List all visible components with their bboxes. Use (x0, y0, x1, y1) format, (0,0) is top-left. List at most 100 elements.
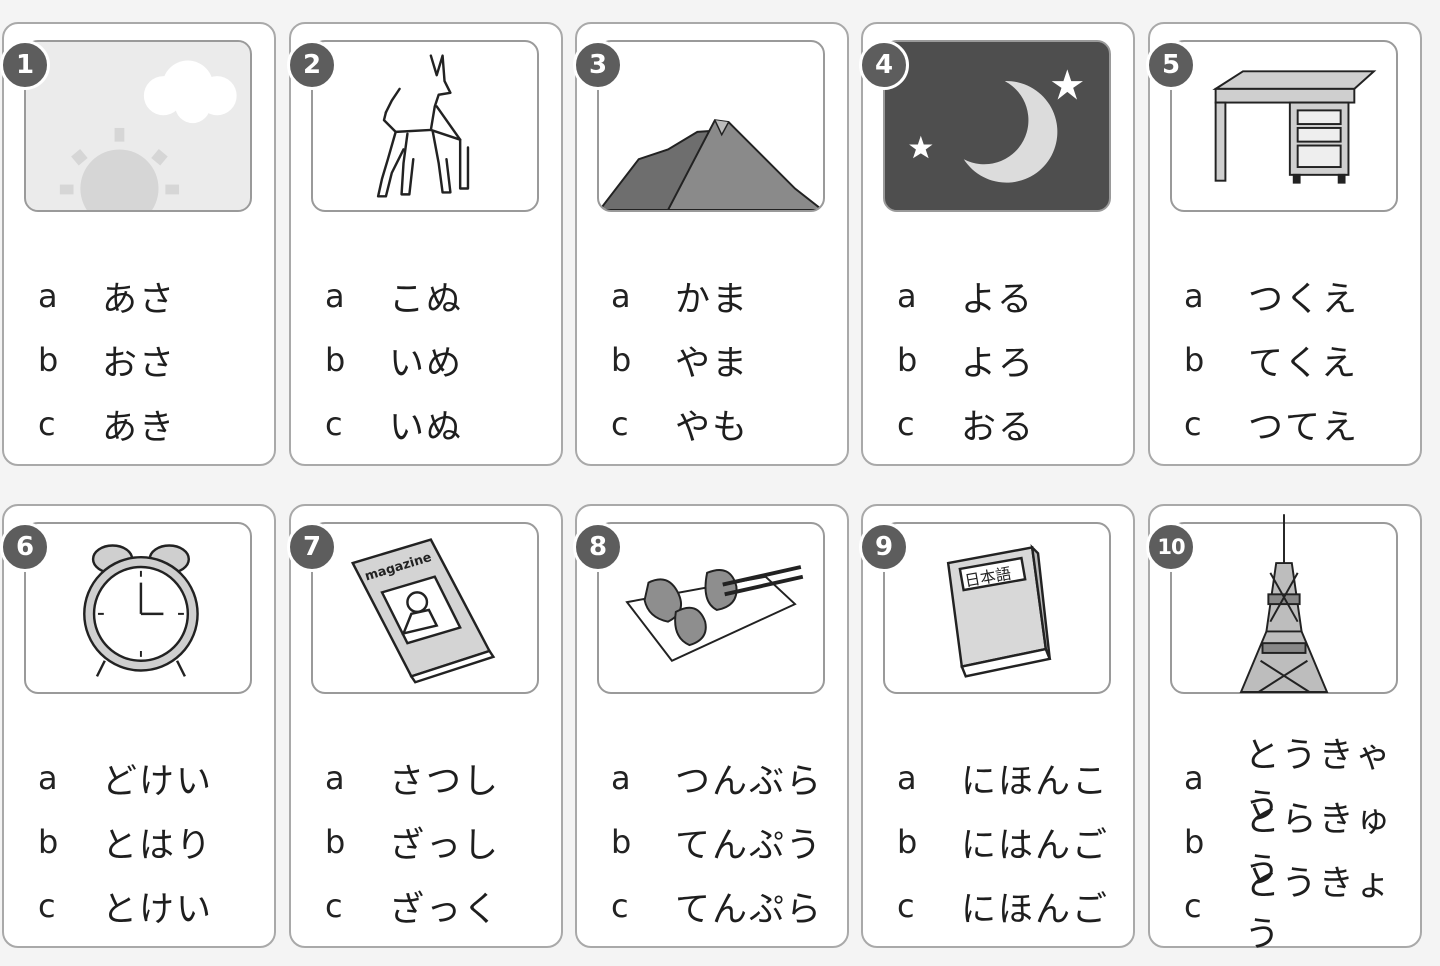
option-text: かま (675, 279, 750, 320)
quiz-card-9: 9 日本語 a にほんこ b にはんご c にほんご (859, 504, 1135, 948)
card-number-badge: 1 (0, 40, 50, 90)
quiz-grid: 1 a あさ b おさ c あき 2 a こぬ b いめ c いぬ 3 a かま… (0, 0, 1440, 966)
option-letter: c (611, 405, 629, 443)
card-number-badge: 5 (1146, 40, 1196, 90)
option-text: にほんこ (961, 761, 1110, 802)
option-c[interactable]: c あき (38, 392, 176, 456)
option-b[interactable]: b てくえ (1184, 328, 1359, 392)
answer-options: a よる b よろ c おる (897, 264, 1035, 456)
answer-options: a あさ b おさ c あき (38, 264, 176, 456)
mountain-picture (597, 40, 825, 212)
option-text: つんぶら (675, 761, 824, 802)
option-text: いぬ (389, 407, 464, 448)
dog-icon (376, 54, 470, 198)
option-c[interactable]: c とうきょう (1184, 864, 1420, 955)
option-c[interactable]: c おる (897, 392, 1035, 456)
card-number-badge: 10 (1146, 522, 1196, 572)
card-number-badge: 7 (287, 522, 337, 572)
answer-options: a さつし b ざっし c ざっく (325, 746, 500, 938)
option-b[interactable]: b いめ (325, 328, 463, 392)
option-a[interactable]: a つんぶら (611, 746, 823, 810)
card-number-badge: 3 (573, 40, 623, 90)
option-c[interactable]: c てんぷら (611, 874, 823, 938)
option-c[interactable]: c ざっく (325, 874, 500, 938)
quiz-card-8: 8 a つんぶら b てんぷう c てんぷら (573, 504, 849, 948)
answer-options: a こぬ b いめ c いぬ (325, 264, 463, 456)
option-letter: a (897, 277, 917, 315)
option-a[interactable]: a にほんこ (897, 746, 1109, 810)
option-text: つくえ (1248, 279, 1360, 320)
option-text: にほんご (961, 889, 1110, 930)
alarm-clock-icon (83, 544, 199, 677)
option-text: やま (675, 343, 750, 384)
answer-options: a つくえ b てくえ c つてえ (1184, 264, 1359, 456)
option-letter: b (1184, 341, 1205, 379)
option-b[interactable]: b よろ (897, 328, 1035, 392)
option-letter: c (325, 405, 343, 443)
option-letter: a (325, 759, 345, 797)
night-moon-stars-picture (883, 40, 1111, 212)
option-letter: c (1184, 405, 1202, 443)
moon-stars-icon (885, 42, 1109, 210)
option-text: ざっし (389, 825, 501, 866)
option-c[interactable]: c いぬ (325, 392, 463, 456)
option-letter: b (38, 823, 59, 861)
option-text: とうきょう (1244, 864, 1393, 955)
option-text: にはんご (961, 825, 1110, 866)
option-c[interactable]: c にほんご (897, 874, 1109, 938)
tokyo-tower-icon (1239, 514, 1329, 693)
option-letter: b (611, 823, 632, 861)
option-text: ざっく (389, 889, 501, 930)
quiz-card-7: 7 magazine a さつし b ざっし c ざっく (287, 504, 563, 948)
option-letter: a (38, 759, 58, 797)
card-number-badge: 6 (0, 522, 50, 572)
answer-options: a にほんこ b にはんご c にほんご (897, 746, 1109, 938)
option-b[interactable]: b とはり (38, 810, 213, 874)
card-number-badge: 9 (859, 522, 909, 572)
option-letter: c (897, 405, 915, 443)
option-letter: a (897, 759, 917, 797)
option-b[interactable]: b おさ (38, 328, 176, 392)
answer-options: a かま b やま c やも (611, 264, 749, 456)
tempura-icon (625, 565, 804, 662)
option-c[interactable]: c とけい (38, 874, 213, 938)
option-letter: b (325, 823, 346, 861)
book-icon: 日本語 (946, 544, 1052, 678)
option-text: やも (675, 407, 750, 448)
option-text: てんぷら (675, 889, 824, 930)
option-letter: b (38, 341, 59, 379)
dog-picture (311, 40, 539, 212)
mountain-icon (599, 119, 823, 210)
option-letter: a (38, 277, 58, 315)
option-b[interactable]: b ざっし (325, 810, 500, 874)
desk-picture (1170, 40, 1398, 212)
option-b[interactable]: b にはんご (897, 810, 1109, 874)
option-a[interactable]: a どけい (38, 746, 213, 810)
quiz-card-3: 3 a かま b やま c やも (573, 22, 849, 466)
option-b[interactable]: b やま (611, 328, 749, 392)
quiz-card-10: 10 a とうきゃう b とらきゅう c とうきょう (1146, 504, 1422, 955)
option-text: よろ (961, 343, 1036, 384)
option-b[interactable]: b てんぷう (611, 810, 823, 874)
quiz-card-4: 4 a よる b よろ c おる (859, 22, 1135, 466)
option-c[interactable]: c つてえ (1184, 392, 1359, 456)
option-a[interactable]: a よる (897, 264, 1035, 328)
option-letter: c (325, 887, 343, 925)
option-a[interactable]: a つくえ (1184, 264, 1359, 328)
option-letter: c (38, 405, 56, 443)
option-text: こぬ (389, 279, 464, 320)
option-a[interactable]: a あさ (38, 264, 176, 328)
option-letter: b (897, 823, 918, 861)
option-a[interactable]: a こぬ (325, 264, 463, 328)
option-letter: b (1184, 823, 1205, 861)
magazine-picture: magazine (311, 522, 539, 694)
card-number-badge: 2 (287, 40, 337, 90)
option-text: つてえ (1248, 407, 1360, 448)
option-c[interactable]: c やも (611, 392, 749, 456)
option-letter: c (897, 887, 915, 925)
option-letter: b (611, 341, 632, 379)
option-text: あさ (102, 279, 177, 320)
desk-icon (1212, 70, 1377, 184)
option-a[interactable]: a さつし (325, 746, 500, 810)
option-a[interactable]: a かま (611, 264, 749, 328)
